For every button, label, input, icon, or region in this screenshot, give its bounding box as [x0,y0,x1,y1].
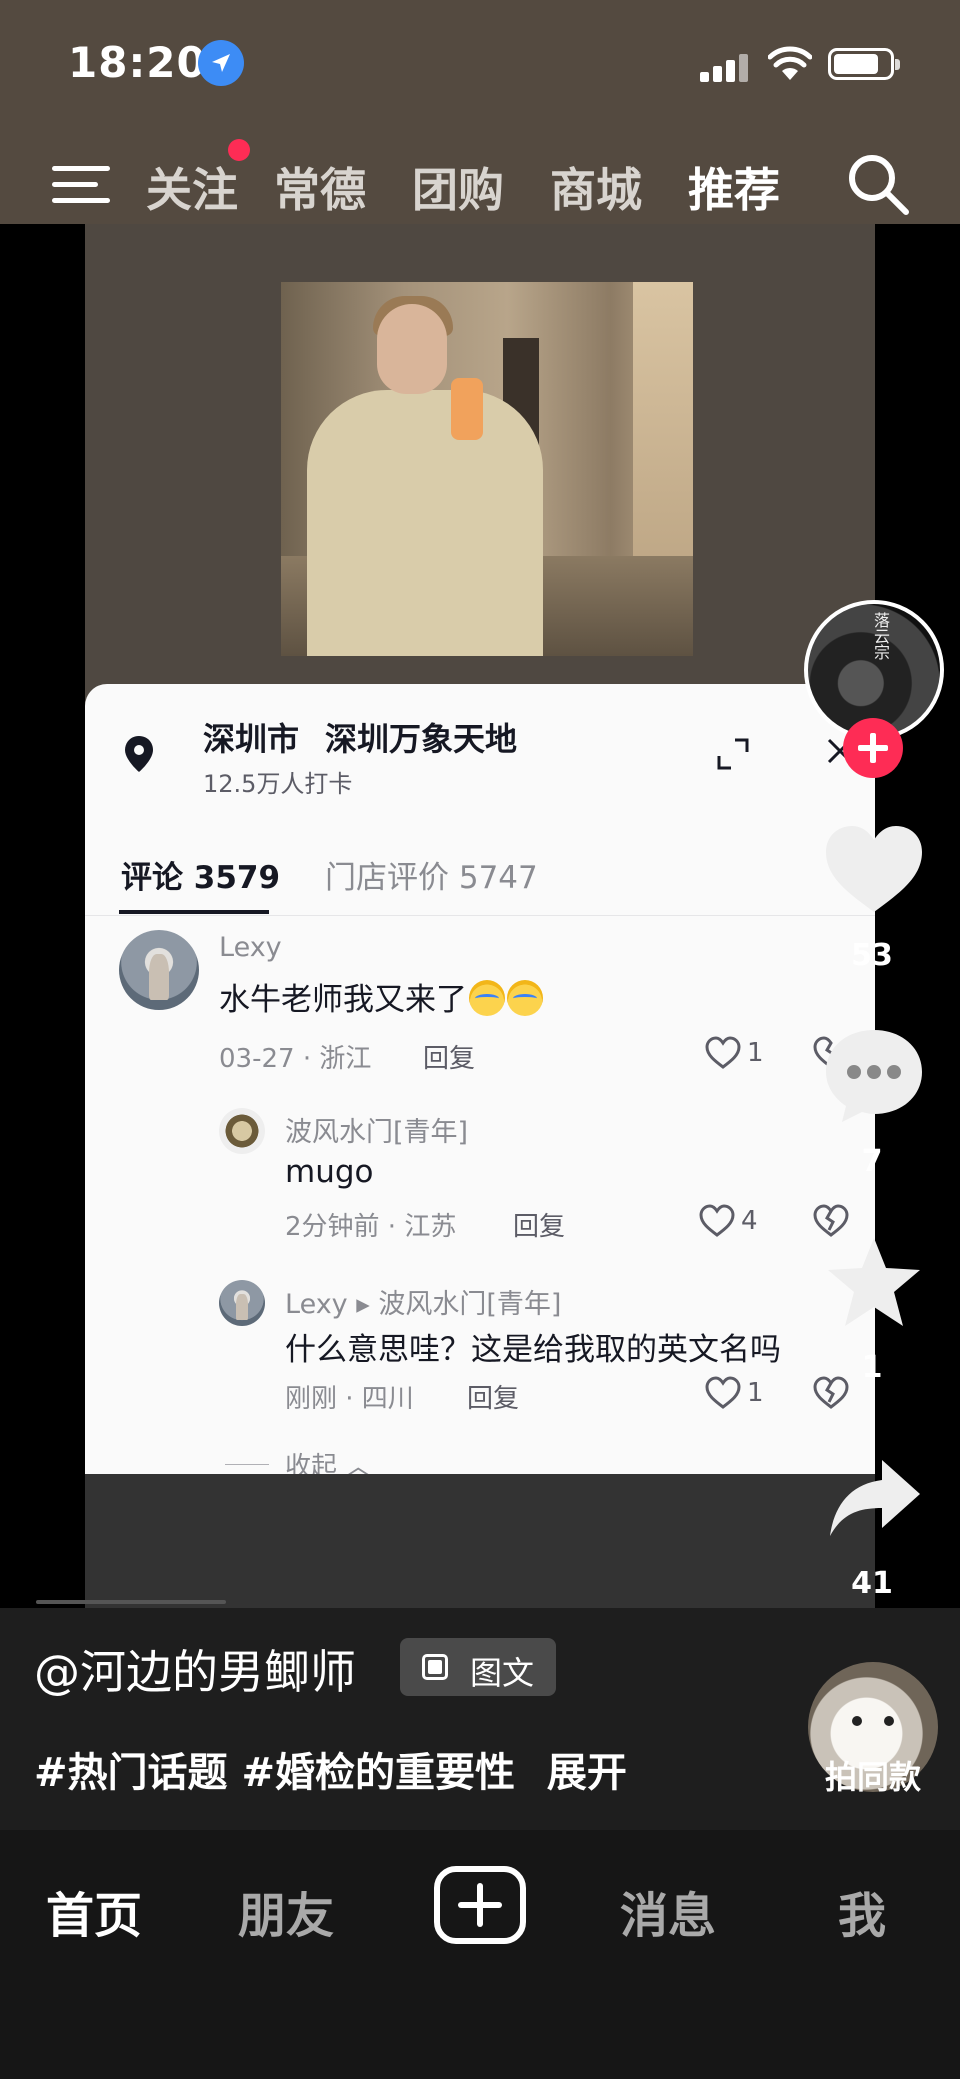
divider [225,1464,269,1465]
like-icon[interactable] [705,1036,741,1070]
location-pin-icon [125,736,153,772]
favorite-count: 1 [861,1350,883,1385]
comment-meta: 2分钟前 · 江苏 [285,1212,457,1242]
comment-count: 7 [861,1144,883,1179]
wifi-icon [768,46,812,80]
reply-button[interactable]: 回复 [467,1378,519,1415]
crying-emoji-icon [469,980,505,1016]
author-name[interactable]: @河边的男鲫师 [34,1636,356,1702]
comment-username[interactable]: Lexy ▸ 波风水门[青年] [285,1282,561,1321]
comment-username[interactable]: Lexy [219,932,282,963]
reply-button[interactable]: 回复 [513,1206,565,1243]
like-count: 1 [747,1378,764,1408]
search-icon[interactable] [846,152,910,216]
tab-friends[interactable]: 朋友 [238,1876,334,1946]
top-header: 18:20 关注 常德 团购 商城 推荐 [0,0,960,244]
crying-emoji-icon [507,980,543,1016]
tab-changde[interactable]: 常德 [274,154,366,220]
hashtag-list[interactable]: #热门话题 #婚检的重要性 [34,1750,515,1796]
dislike-icon[interactable] [813,1204,849,1238]
create-button[interactable] [434,1866,526,1944]
tab-group-buy[interactable]: 团购 [412,154,504,220]
tab-following[interactable]: 关注 [146,154,238,220]
bottom-tab-bar: 首页 朋友 消息 我 [0,1830,960,2079]
tab-messages[interactable]: 消息 [620,1876,716,1946]
avatar[interactable] [219,1108,265,1154]
comment-text: 什么意思哇？这是给我取的英文名吗 [285,1332,781,1368]
comment-text: mugo [285,1154,374,1190]
status-time: 18:20 [68,38,207,87]
top-nav-tabs: 关注 常德 团购 商城 推荐 [0,140,960,244]
post-caption: #热门话题 #婚检的重要性 展开 [34,1740,627,1798]
location-arrow-icon [198,40,244,86]
like-icon[interactable] [699,1204,735,1238]
location-city[interactable]: 深圳市 [203,714,299,760]
panel-tab-indicator [119,910,269,914]
avatar[interactable] [219,1280,265,1326]
expand-caption-button[interactable]: 展开 [547,1750,627,1796]
same-style-button[interactable]: 拍同款 [808,1752,938,1798]
checkin-count: 12.5万人打卡 [203,770,353,798]
status-bar: 18:20 [0,0,960,120]
notification-dot [228,139,250,161]
share-count: 41 [851,1566,893,1601]
tab-me[interactable]: 我 [838,1876,886,1946]
share-icon[interactable] [826,1456,922,1540]
tab-store-reviews[interactable]: 门店评价 5747 [325,852,538,897]
like-count: 4 [741,1206,758,1236]
comment-panel: 深圳市 深圳万象天地 12.5万人打卡 评论 3579 门店评价 5747 Le… [85,684,875,1474]
comment-meta: 刚刚 · 四川 [285,1384,414,1414]
post-photo[interactable] [281,282,693,656]
cellular-signal-icon [700,52,750,82]
location-header: 深圳市 深圳万象天地 12.5万人打卡 [85,684,875,804]
comment-text: 水牛老师我又来了 [219,974,543,1019]
post-image-bottom [85,1474,875,1608]
image-progress-track [36,1600,226,1604]
collapse-replies-button[interactable]: 收起 ︿ [285,1446,371,1474]
heart-icon[interactable] [822,822,926,916]
comment-icon[interactable] [822,1026,926,1126]
tab-recommended[interactable]: 推荐 [688,154,780,220]
location-place[interactable]: 深圳万象天地 [325,714,517,760]
reply-button[interactable]: 回复 [423,1038,475,1075]
comment-meta: 03-27 · 浙江 [219,1044,372,1074]
avatar[interactable] [119,930,199,1010]
like-icon[interactable] [705,1376,741,1410]
comment-username[interactable]: 波风水门[青年] [285,1110,468,1149]
gallery-icon [422,1654,448,1680]
tab-mall[interactable]: 商城 [550,154,642,220]
tab-comments[interactable]: 评论 3579 [121,852,280,897]
comment-panel-tabs: 评论 3579 门店评价 5747 [85,842,875,916]
menu-icon[interactable] [52,162,114,208]
battery-icon [828,48,900,80]
like-count: 1 [747,1038,764,1068]
tab-home[interactable]: 首页 [46,1876,142,1946]
post-type-badge: 图文 [400,1638,556,1696]
star-icon[interactable] [824,1234,924,1330]
follow-button[interactable] [843,718,903,778]
like-count: 53 [851,938,893,973]
expand-icon[interactable] [715,736,751,772]
